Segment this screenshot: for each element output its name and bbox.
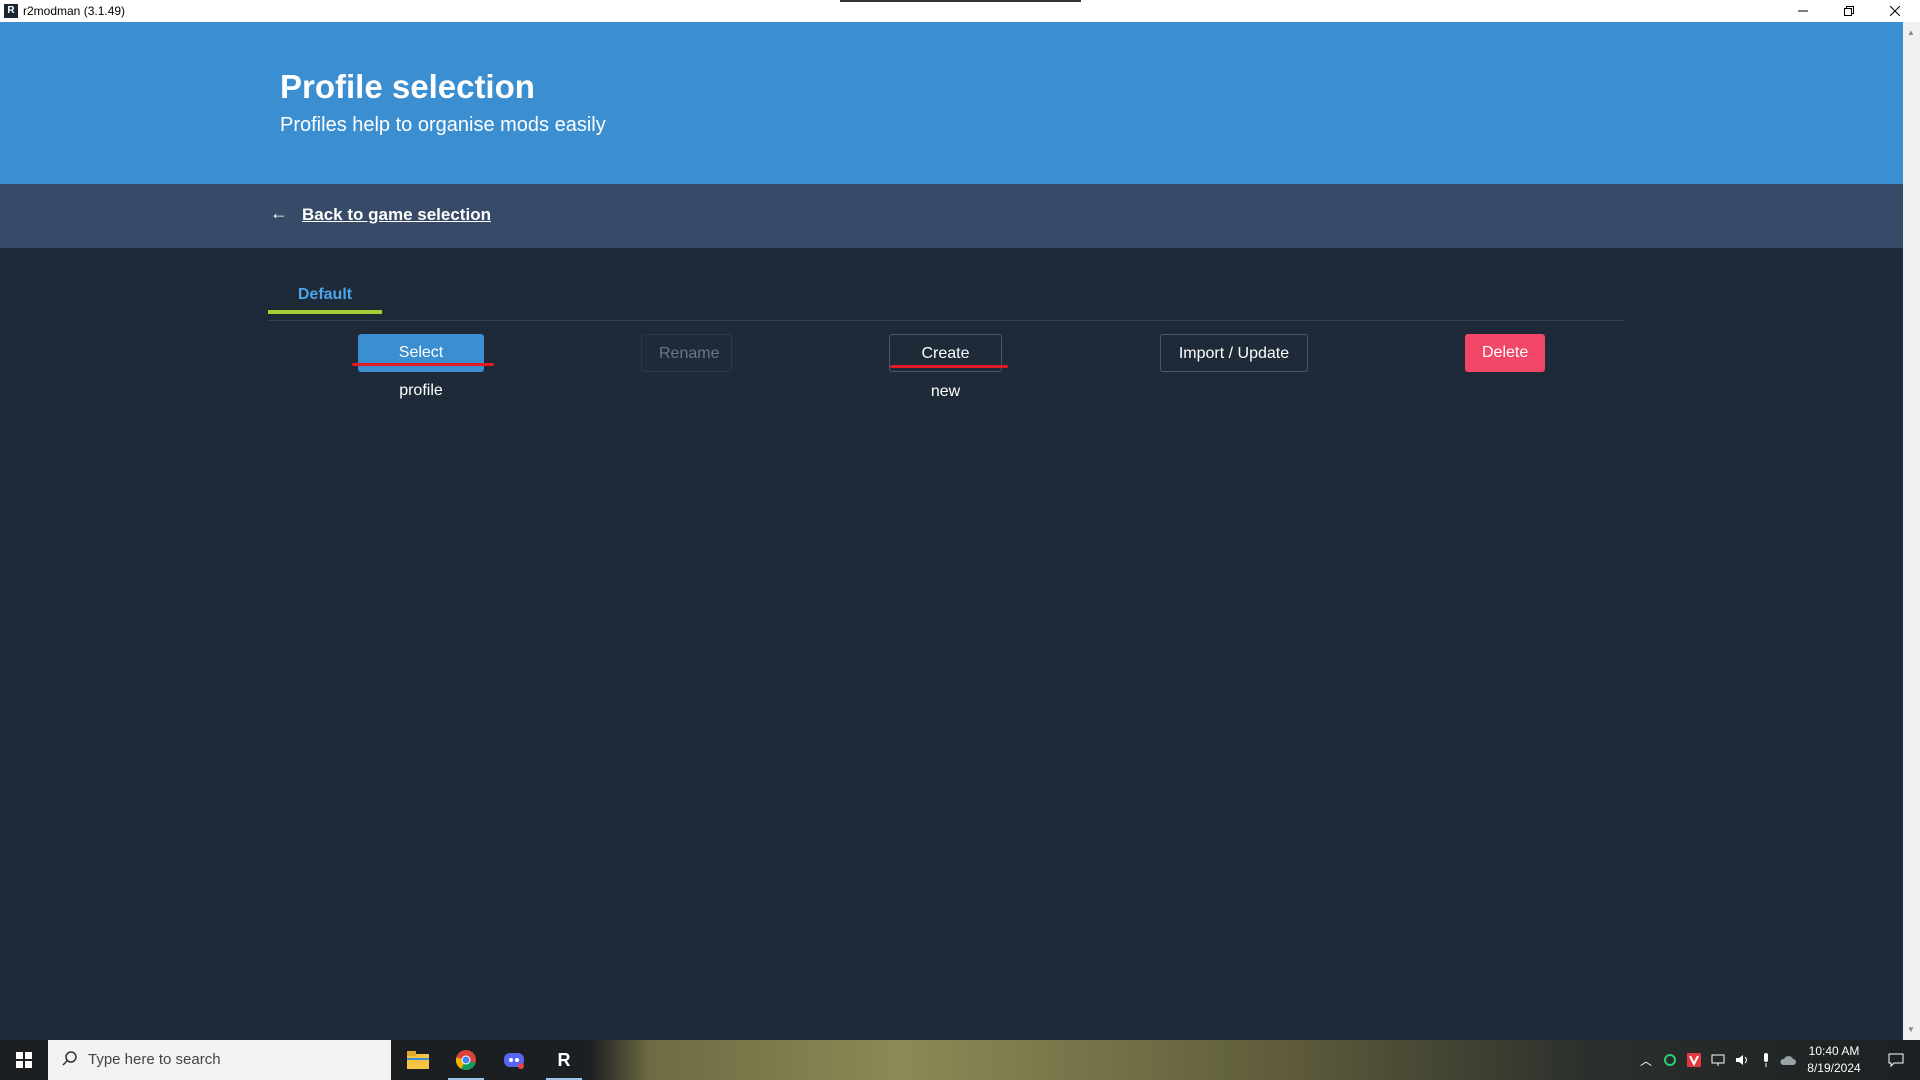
show-hidden-icons[interactable]: ︿ bbox=[1636, 1040, 1656, 1080]
restore-button[interactable] bbox=[1826, 0, 1872, 22]
import-update-button[interactable]: Import / Update bbox=[1160, 334, 1308, 372]
minimize-icon bbox=[1798, 10, 1808, 12]
tray-app-vivaldi[interactable] bbox=[1684, 1040, 1704, 1080]
volume-icon bbox=[1736, 1055, 1747, 1065]
restore-icon bbox=[1844, 6, 1854, 16]
chrome-icon[interactable] bbox=[442, 1040, 490, 1080]
profile-tabs: Default bbox=[268, 248, 1623, 321]
onedrive-tray[interactable] bbox=[1778, 1040, 1798, 1080]
close-button[interactable] bbox=[1872, 0, 1918, 22]
network-icon bbox=[1711, 1054, 1725, 1066]
taskbar-search[interactable]: Type here to search bbox=[48, 1040, 391, 1080]
rename-button[interactable]: Rename bbox=[641, 334, 732, 372]
minimize-button[interactable] bbox=[1780, 0, 1826, 22]
scroll-up-icon[interactable]: ▲ bbox=[1907, 28, 1915, 37]
annotation-underline-create bbox=[890, 365, 1008, 368]
active-tab-indicator bbox=[268, 310, 382, 314]
search-icon bbox=[62, 1051, 77, 1066]
titlebar-divider bbox=[840, 0, 1081, 2]
network-tray[interactable] bbox=[1708, 1040, 1728, 1080]
v-badge-icon bbox=[1687, 1053, 1701, 1067]
close-icon bbox=[1890, 6, 1900, 16]
arrow-left-icon: ← bbox=[270, 203, 288, 223]
notification-center-button[interactable] bbox=[1872, 1040, 1920, 1080]
clock-time: 10:40 AM bbox=[1808, 1044, 1860, 1058]
window-title: r2modman (3.1.49) bbox=[23, 4, 126, 18]
page-title: Profile selection bbox=[280, 68, 535, 105]
delete-button[interactable]: Delete bbox=[1465, 334, 1545, 372]
system-clock[interactable]: 10:40 AM 8/19/2024 bbox=[1800, 1043, 1868, 1077]
navigation-bar: ← Back to game selection bbox=[0, 184, 1903, 248]
discord-logo-icon bbox=[504, 1053, 524, 1069]
folder-icon bbox=[407, 1051, 429, 1069]
annotation-underline-select bbox=[352, 363, 494, 366]
page-subtitle: Profiles help to organise mods easily bbox=[280, 114, 606, 136]
status-circle-icon bbox=[1664, 1054, 1676, 1066]
r2modman-icon: R bbox=[557, 1049, 571, 1070]
volume-tray[interactable] bbox=[1732, 1040, 1752, 1080]
microphone-tray[interactable] bbox=[1756, 1040, 1776, 1080]
tray-app-green[interactable] bbox=[1660, 1040, 1680, 1080]
page-header: Profile selection Profiles help to organ… bbox=[0, 22, 1903, 184]
chevron-up-icon: ︿ bbox=[1639, 1053, 1652, 1068]
windows-logo-icon bbox=[16, 1052, 32, 1068]
file-explorer-icon[interactable] bbox=[394, 1040, 442, 1080]
window-titlebar: R r2modman (3.1.49) bbox=[0, 0, 1920, 22]
start-button[interactable] bbox=[0, 1040, 48, 1080]
r2modman-taskbar-icon[interactable]: R bbox=[540, 1040, 588, 1080]
discord-icon[interactable] bbox=[490, 1040, 538, 1080]
search-placeholder: Type here to search bbox=[88, 1051, 221, 1068]
taskbar: Type here to search R ︿ 10:40 AM 8/19/20… bbox=[0, 1040, 1920, 1080]
back-to-game-selection-link[interactable]: Back to game selection bbox=[302, 205, 491, 225]
app-icon: R bbox=[4, 4, 18, 18]
cloud-icon bbox=[1780, 1056, 1796, 1065]
chrome-logo-icon bbox=[455, 1050, 476, 1071]
scroll-down-icon[interactable]: ▼ bbox=[1907, 1025, 1915, 1034]
microphone-icon bbox=[1764, 1053, 1768, 1067]
clock-date: 8/19/2024 bbox=[1807, 1061, 1861, 1075]
notification-icon bbox=[1888, 1053, 1904, 1067]
select-profile-button[interactable]: Select profile bbox=[358, 334, 484, 399]
vertical-scrollbar[interactable]: ▲ ▼ bbox=[1903, 22, 1920, 1040]
